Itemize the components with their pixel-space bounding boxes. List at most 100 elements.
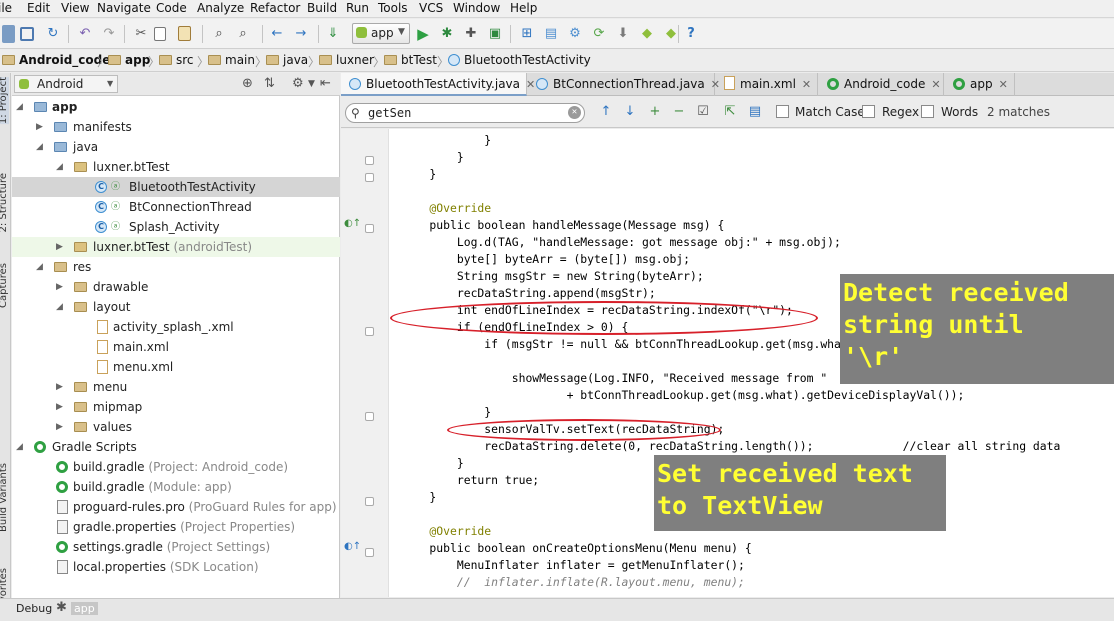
attach-debugger-icon[interactable]: ✚: [462, 25, 480, 43]
collapse-arrow-icon[interactable]: ▶: [56, 397, 63, 417]
avd-manager-icon[interactable]: ⊞: [518, 25, 536, 43]
collapse-arrow-icon[interactable]: ▶: [56, 377, 63, 397]
collapse-all-icon[interactable]: ⇅: [264, 76, 275, 91]
breadcrumb-item[interactable]: luxner: [319, 53, 374, 67]
tool-tab-structure[interactable]: 2: Structure: [0, 173, 9, 232]
menu-help[interactable]: Help: [510, 1, 537, 15]
sdk-manager-icon[interactable]: ⬇: [614, 25, 632, 43]
tab-main-xml[interactable]: main.xml ✕: [716, 73, 818, 96]
tree-item-values[interactable]: ▶ values: [12, 417, 340, 437]
words-checkbox[interactable]: [921, 105, 934, 118]
copy-icon[interactable]: [154, 27, 166, 41]
tool-tab-build-variants[interactable]: Build Variants: [0, 463, 9, 532]
overrides-marker-icon[interactable]: ◐↑: [344, 541, 361, 552]
close-icon[interactable]: ✕: [931, 78, 940, 91]
tree-item-menu-xml[interactable]: menu.xml: [12, 357, 340, 377]
tool-tab-captures[interactable]: Captures: [0, 263, 9, 308]
sync-gradle-icon[interactable]: ⟳: [590, 25, 608, 43]
tree-item-drawable[interactable]: ▶ drawable: [12, 277, 340, 297]
tree-item-proguard-rules[interactable]: proguard-rules.pro (ProGuard Rules for a…: [12, 497, 340, 517]
make-project-icon[interactable]: ⇓: [324, 25, 342, 43]
menu-code[interactable]: Code: [156, 1, 187, 15]
tree-item-bt-connection-thread[interactable]: C ⓐ BtConnectionThread: [12, 197, 340, 217]
undo-icon[interactable]: ↶: [76, 25, 94, 43]
sync-icon[interactable]: ↻: [44, 25, 62, 43]
tree-item-manifests[interactable]: ▶ manifests: [12, 117, 340, 137]
hide-panel-icon[interactable]: ⇤: [320, 76, 331, 91]
export-icon[interactable]: ⇱: [721, 103, 739, 121]
menu-file[interactable]: ile: [0, 1, 12, 15]
collapse-arrow-icon[interactable]: ▶: [56, 237, 63, 257]
gear-icon[interactable]: ⚙: [292, 76, 304, 91]
tool-tab-project[interactable]: 1: Project: [0, 77, 9, 125]
run-icon[interactable]: ▶: [414, 25, 432, 43]
open-icon[interactable]: [2, 25, 15, 43]
tree-item-layout[interactable]: ◢ layout: [12, 297, 340, 317]
fold-marker-icon[interactable]: [365, 548, 374, 557]
breadcrumb-item[interactable]: src: [159, 53, 194, 67]
menu-navigate[interactable]: Navigate: [97, 1, 151, 15]
breadcrumb-item[interactable]: btTest: [384, 53, 437, 67]
settings-icon[interactable]: ⚙: [566, 25, 584, 43]
expand-arrow-icon[interactable]: ◢: [56, 297, 63, 317]
tree-item-res[interactable]: ◢ res: [12, 257, 340, 277]
fold-marker-icon[interactable]: [365, 327, 374, 336]
menu-run[interactable]: Run: [346, 1, 369, 15]
tree-item-local-properties[interactable]: local.properties (SDK Location): [12, 557, 340, 577]
expand-arrow-icon[interactable]: ◢: [16, 437, 23, 457]
menu-window[interactable]: Window: [453, 1, 500, 15]
expand-arrow-icon[interactable]: ◢: [56, 157, 63, 177]
breadcrumb-item[interactable]: BluetoothTestActivity: [448, 53, 591, 67]
tab-bt-connection-thread[interactable]: BtConnectionThread.java ✕: [528, 73, 720, 96]
breadcrumb-item[interactable]: app: [108, 53, 150, 67]
tab-app[interactable]: app ✕: [945, 73, 1015, 96]
find-icon[interactable]: ⌕: [210, 25, 228, 43]
tab-bluetooth-test-activity[interactable]: BluetoothTestActivity.java ✕: [341, 73, 535, 96]
fold-marker-icon[interactable]: [365, 156, 374, 165]
collapse-arrow-icon[interactable]: ▶: [36, 117, 43, 137]
run-config-select[interactable]: app ▼: [352, 23, 410, 44]
remove-occurrence-icon[interactable]: −: [670, 103, 688, 121]
android-monitor-icon[interactable]: ◆: [638, 25, 656, 43]
next-occurrence-icon[interactable]: ↓: [621, 103, 639, 121]
fold-marker-icon[interactable]: [365, 173, 374, 182]
fold-marker-icon[interactable]: [365, 412, 374, 421]
close-icon[interactable]: ✕: [999, 78, 1008, 91]
coverage-icon[interactable]: ▣: [486, 25, 504, 43]
add-occurrence-icon[interactable]: +: [646, 103, 664, 121]
paste-icon[interactable]: [178, 26, 191, 41]
forward-icon[interactable]: →: [292, 25, 310, 43]
tree-item-settings-gradle[interactable]: settings.gradle (Project Settings): [12, 537, 340, 557]
menu-tools[interactable]: Tools: [378, 1, 408, 15]
help-icon[interactable]: ?: [682, 25, 700, 43]
select-all-occurrences-icon[interactable]: ☑: [694, 103, 712, 121]
expand-arrow-icon[interactable]: ◢: [36, 137, 43, 157]
collapse-arrow-icon[interactable]: ▶: [56, 417, 63, 437]
menu-refactor[interactable]: Refactor: [250, 1, 300, 15]
tree-item-app[interactable]: ◢ app: [12, 97, 340, 117]
menu-edit[interactable]: Edit: [27, 1, 50, 15]
menu-analyze[interactable]: Analyze: [197, 1, 244, 15]
tree-item-splash-activity[interactable]: C ⓐ Splash_Activity: [12, 217, 340, 237]
menu-view[interactable]: View: [61, 1, 89, 15]
tree-item-menu[interactable]: ▶ menu: [12, 377, 340, 397]
fold-marker-icon[interactable]: [365, 497, 374, 506]
cut-icon[interactable]: ✂: [132, 25, 150, 43]
fold-marker-icon[interactable]: [365, 224, 374, 233]
save-all-icon[interactable]: [20, 27, 34, 41]
replace-icon[interactable]: ⌕: [234, 25, 252, 43]
menu-vcs[interactable]: VCS: [419, 1, 443, 15]
locate-icon[interactable]: ⊕: [242, 76, 253, 91]
tree-item-gradle-properties[interactable]: gradle.properties (Project Properties): [12, 517, 340, 537]
debug-icon[interactable]: ✱: [438, 25, 456, 43]
tree-item-java[interactable]: ◢ java: [12, 137, 340, 157]
regex-checkbox[interactable]: [862, 105, 875, 118]
tree-item-build-gradle-project[interactable]: build.gradle (Project: Android_code): [12, 457, 340, 477]
implements-marker-icon[interactable]: ◐↑: [344, 218, 361, 229]
redo-icon[interactable]: ↷: [100, 25, 118, 43]
tree-item-build-gradle-module[interactable]: build.gradle (Module: app): [12, 477, 340, 497]
project-view-select[interactable]: Android ▼: [14, 75, 118, 93]
collapse-arrow-icon[interactable]: ▶: [56, 277, 63, 297]
tree-item-package-test[interactable]: ▶ luxner.btTest (androidTest): [12, 237, 340, 257]
previous-occurrence-icon[interactable]: ↑: [597, 103, 615, 121]
